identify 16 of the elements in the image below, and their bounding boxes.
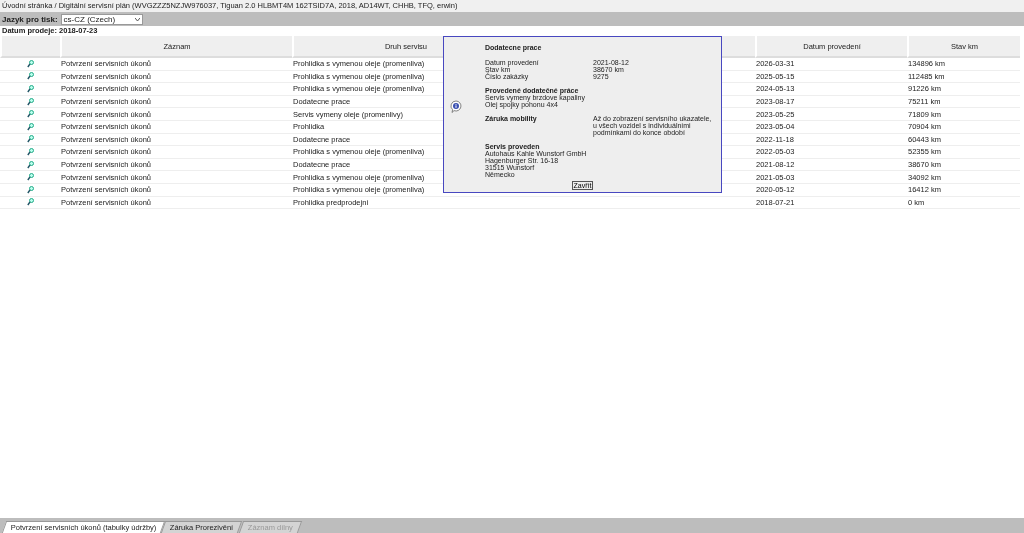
magnifier-icon[interactable] bbox=[26, 173, 34, 182]
magnifier-icon[interactable] bbox=[26, 59, 34, 68]
magnifier-icon[interactable] bbox=[26, 160, 34, 169]
magnifier-icon[interactable] bbox=[26, 185, 34, 194]
magnifier-icon[interactable] bbox=[26, 110, 34, 119]
magnifier-icon[interactable] bbox=[26, 147, 34, 156]
language-label: Jazyk pro tisk: bbox=[2, 14, 58, 24]
caret-icon bbox=[134, 17, 140, 21]
magnifier-icon[interactable] bbox=[26, 85, 34, 93]
language-select[interactable]: cs-CZ (Czech) bbox=[60, 13, 143, 25]
magnifier-icon[interactable] bbox=[26, 135, 34, 144]
magnifier-icon[interactable] bbox=[26, 122, 34, 131]
magnifier-icon[interactable] bbox=[26, 72, 34, 81]
magnifier-icon[interactable] bbox=[26, 97, 34, 106]
info-icon bbox=[450, 100, 462, 113]
magnifier-icon[interactable] bbox=[26, 198, 34, 207]
